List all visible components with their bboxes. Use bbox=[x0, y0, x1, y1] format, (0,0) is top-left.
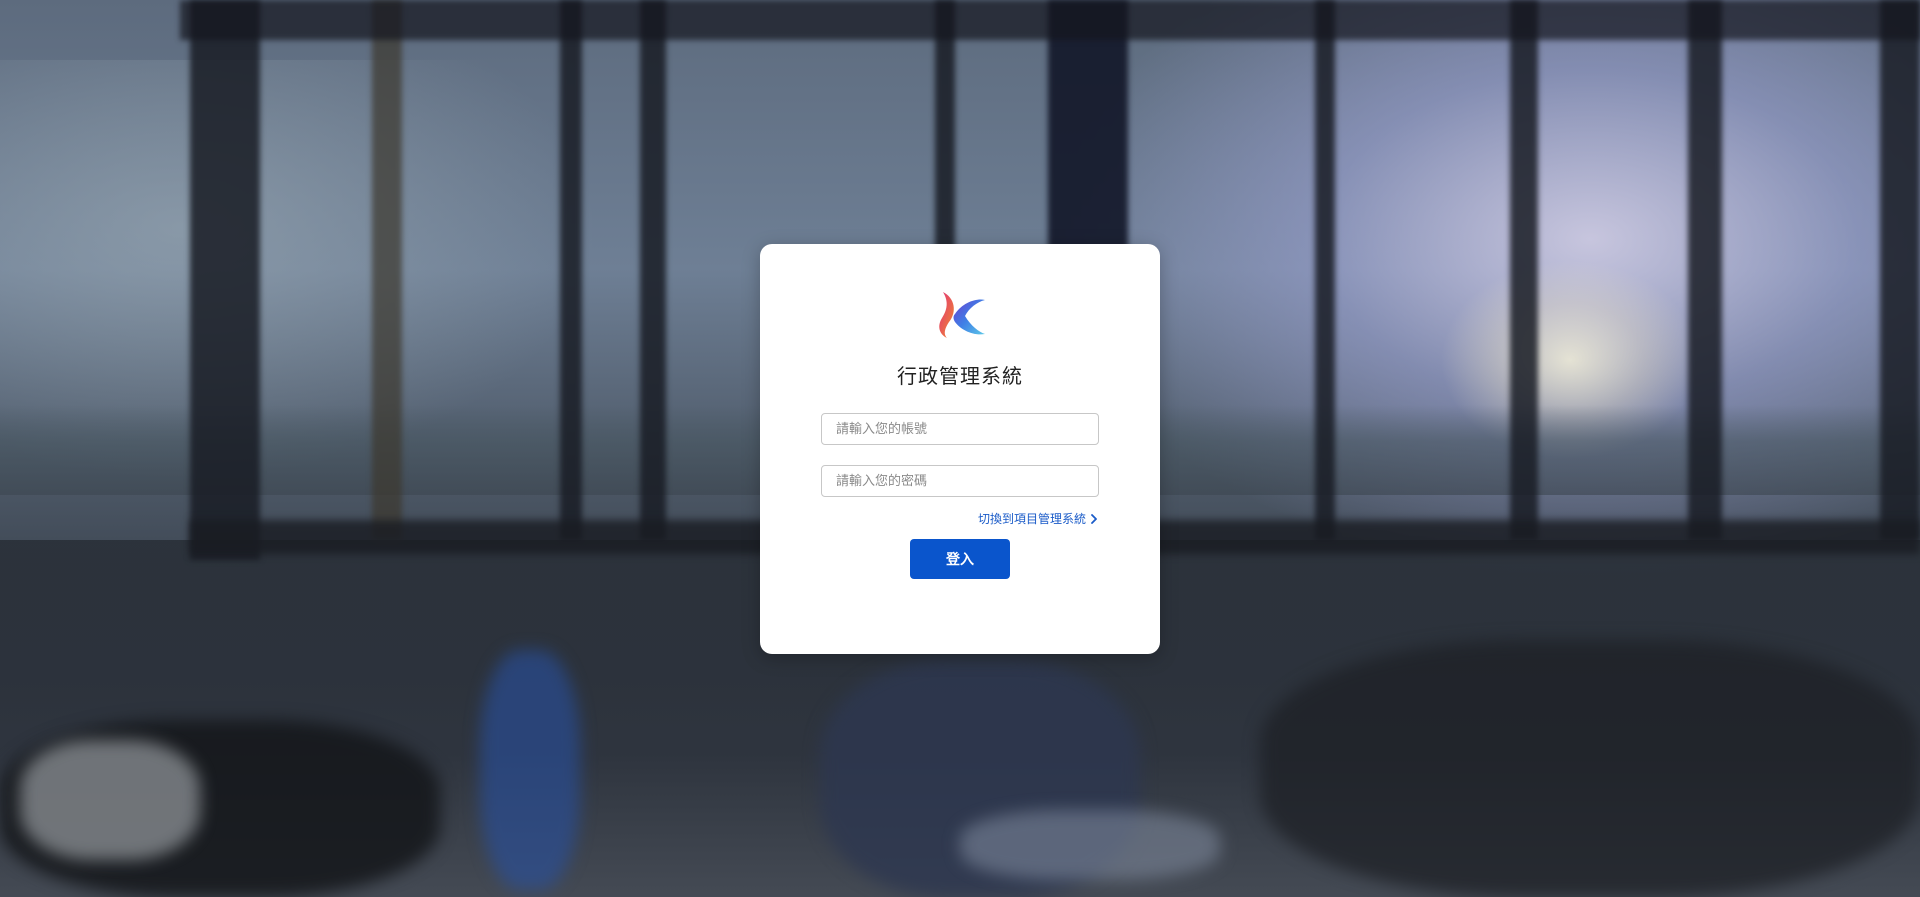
chevron-right-icon bbox=[1091, 513, 1097, 524]
background-object bbox=[20, 740, 200, 860]
background-window-frame bbox=[1880, 0, 1920, 540]
login-card: 行政管理系統 切換到項目管理系統 登入 bbox=[760, 244, 1160, 654]
background-window-frame bbox=[1510, 0, 1538, 540]
background-object bbox=[960, 810, 1220, 880]
switch-system-link[interactable]: 切換到項目管理系統 bbox=[978, 510, 1098, 527]
background-window-frame bbox=[1315, 0, 1335, 540]
password-input[interactable] bbox=[821, 465, 1099, 497]
page-title: 行政管理系統 bbox=[897, 364, 1023, 388]
background-window-frame bbox=[640, 0, 666, 540]
background-window-frame bbox=[1688, 0, 1722, 540]
switch-system-label: 切換到項目管理系統 bbox=[977, 512, 1086, 526]
background-window-frame bbox=[180, 0, 1920, 40]
background-object bbox=[480, 650, 580, 890]
background-desk bbox=[1260, 640, 1920, 897]
account-input[interactable] bbox=[821, 413, 1099, 445]
background-window-frame bbox=[190, 0, 260, 560]
brand-logo-icon bbox=[939, 292, 985, 338]
login-button[interactable]: 登入 bbox=[910, 539, 1010, 579]
background-window-frame bbox=[372, 0, 402, 540]
background-window-frame bbox=[560, 0, 582, 540]
